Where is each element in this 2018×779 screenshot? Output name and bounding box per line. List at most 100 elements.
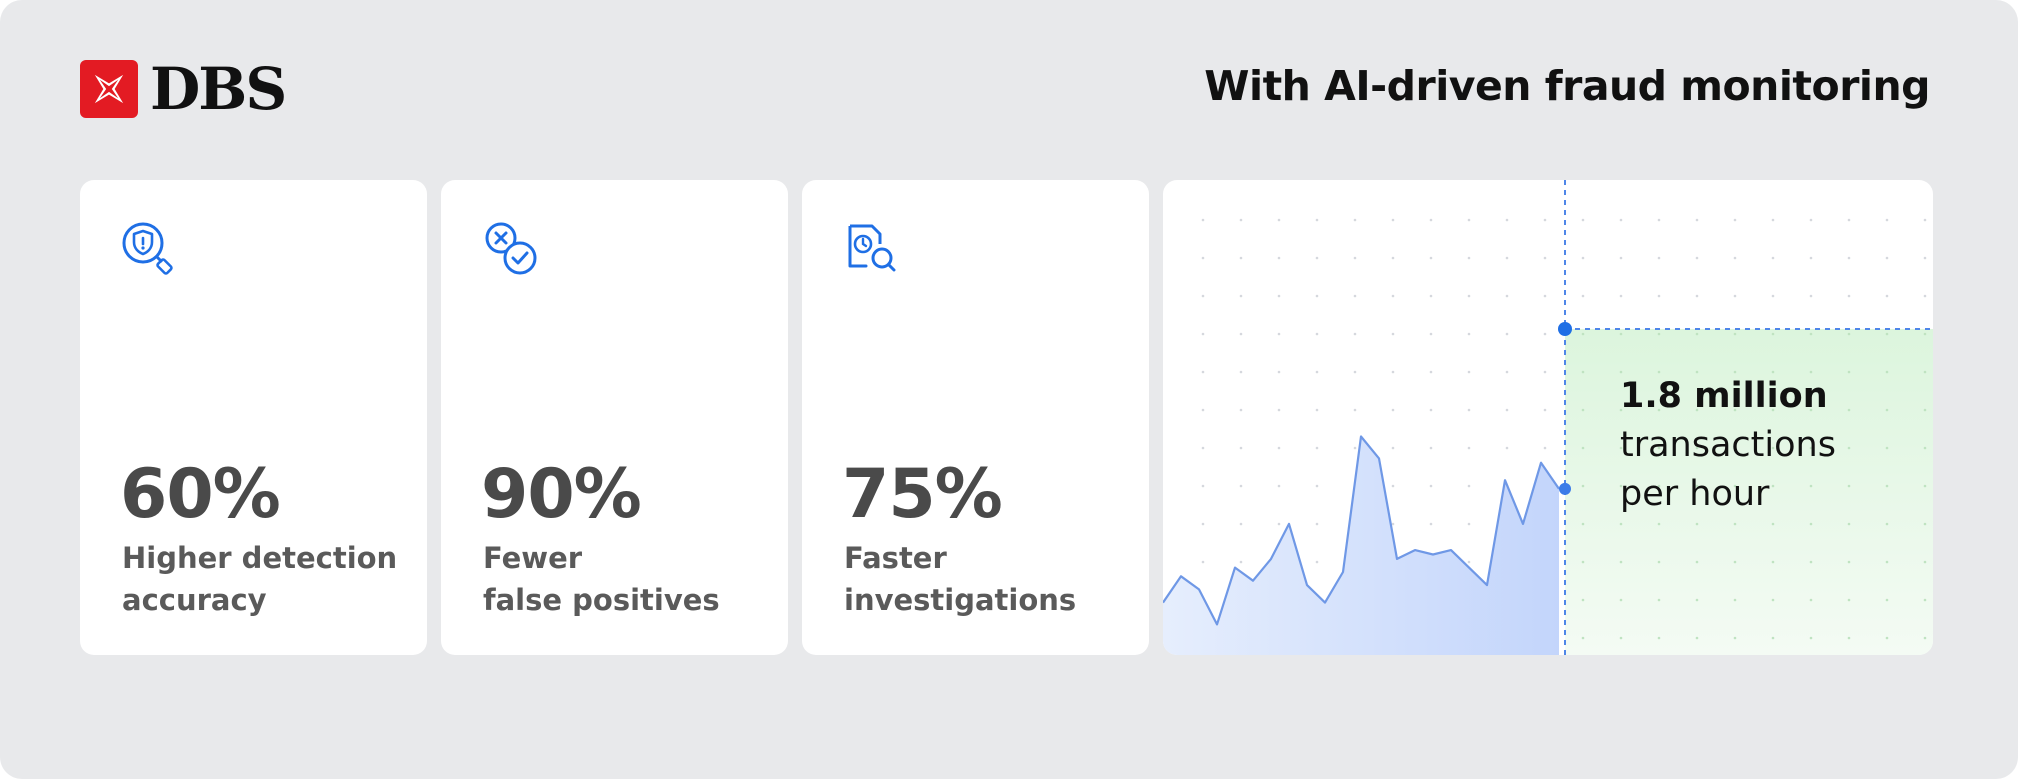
- grid-dot: [1315, 484, 1319, 488]
- grid-dot: [1657, 294, 1661, 298]
- grid-dot: [1657, 560, 1661, 564]
- grid-dot: [1885, 256, 1889, 260]
- grid-dot: [1429, 256, 1433, 260]
- marker-point-top: [1558, 322, 1572, 336]
- grid-dot: [1657, 522, 1661, 526]
- grid-dot: [1201, 484, 1205, 488]
- grid-dot: [1695, 256, 1699, 260]
- grid-dot: [1657, 256, 1661, 260]
- grid-dot: [1239, 218, 1243, 222]
- grid-dot: [1885, 598, 1889, 602]
- grid-dot: [1277, 370, 1281, 374]
- grid-dot: [1429, 446, 1433, 450]
- grid-dot: [1923, 218, 1927, 222]
- grid-dot: [1847, 522, 1851, 526]
- headline: With AI-driven fraud monitoring: [1204, 62, 1930, 110]
- infographic-background: DBS With AI-driven fraud monitoring 60% …: [0, 0, 2018, 779]
- grid-dot: [1429, 370, 1433, 374]
- grid-dot: [1277, 446, 1281, 450]
- shield-search-icon: [122, 222, 173, 275]
- grid-dot: [1467, 256, 1471, 260]
- grid-dot: [1733, 256, 1737, 260]
- grid-dot: [1657, 598, 1661, 602]
- grid-dot: [1695, 598, 1699, 602]
- grid-dot: [1201, 218, 1205, 222]
- metric-line: per hour: [1620, 474, 1770, 514]
- grid-dot: [1581, 370, 1585, 374]
- grid-dot: [1695, 332, 1699, 336]
- grid-dot: [1847, 294, 1851, 298]
- grid-dot: [1467, 446, 1471, 450]
- stat-label-line: investigations: [844, 583, 1077, 617]
- grid-dot: [1505, 408, 1509, 412]
- document-clock-search-icon: [848, 224, 896, 272]
- grid-dot: [1695, 218, 1699, 222]
- grid-dot: [1809, 560, 1813, 564]
- grid-dot: [1201, 370, 1205, 374]
- grid-dot: [1619, 522, 1623, 526]
- grid-dot: [1923, 522, 1927, 526]
- grid-dot: [1923, 256, 1927, 260]
- grid-dot: [1315, 446, 1319, 450]
- grid-dot: [1277, 408, 1281, 412]
- grid-dot: [1581, 560, 1585, 564]
- grid-dot: [1695, 560, 1699, 564]
- grid-dot: [1581, 256, 1585, 260]
- grid-dot: [1619, 560, 1623, 564]
- grid-dot: [1885, 218, 1889, 222]
- grid-dot: [1239, 332, 1243, 336]
- grid-dot: [1277, 294, 1281, 298]
- grid-dot: [1315, 370, 1319, 374]
- grid-dot: [1353, 332, 1357, 336]
- grid-dot: [1315, 332, 1319, 336]
- grid-dot: [1771, 598, 1775, 602]
- grid-dot: [1277, 332, 1281, 336]
- grid-dot: [1771, 332, 1775, 336]
- grid-dot: [1619, 598, 1623, 602]
- grid-dot: [1505, 294, 1509, 298]
- grid-dot: [1619, 332, 1623, 336]
- grid-dot: [1429, 484, 1433, 488]
- grid-dot: [1353, 370, 1357, 374]
- grid-dot: [1201, 522, 1205, 526]
- grid-dot: [1239, 446, 1243, 450]
- grid-dot: [1923, 598, 1927, 602]
- grid-dot: [1353, 446, 1357, 450]
- grid-dot: [1581, 446, 1585, 450]
- grid-dot: [1353, 256, 1357, 260]
- grid-dot: [1581, 636, 1585, 640]
- grid-dot: [1543, 256, 1547, 260]
- grid-dot: [1201, 332, 1205, 336]
- grid-dot: [1581, 332, 1585, 336]
- grid-dot: [1847, 256, 1851, 260]
- grid-dot: [1543, 294, 1547, 298]
- grid-dot: [1885, 332, 1889, 336]
- grid-dot: [1391, 408, 1395, 412]
- grid-dot: [1467, 332, 1471, 336]
- grid-dot: [1467, 408, 1471, 412]
- grid-dot: [1277, 218, 1281, 222]
- grid-dot: [1201, 256, 1205, 260]
- grid-dot: [1923, 332, 1927, 336]
- grid-dot: [1505, 256, 1509, 260]
- grid-dot: [1733, 332, 1737, 336]
- grid-dot: [1581, 408, 1585, 412]
- grid-dot: [1277, 256, 1281, 260]
- grid-dot: [1771, 294, 1775, 298]
- metric-line: transactions: [1620, 425, 1836, 465]
- grid-dot: [1391, 332, 1395, 336]
- grid-dot: [1467, 218, 1471, 222]
- grid-dot: [1733, 522, 1737, 526]
- grid-dot: [1391, 370, 1395, 374]
- grid-dot: [1733, 598, 1737, 602]
- stat-card-false-positives: 90% Fewer false positives: [441, 180, 788, 655]
- grid-dot: [1543, 446, 1547, 450]
- area-series-fill: [1163, 436, 1559, 655]
- brand-name: DBS: [150, 55, 287, 123]
- stat-label-line: Higher detection: [122, 541, 398, 575]
- grid-dot: [1885, 560, 1889, 564]
- grid-dot: [1239, 484, 1243, 488]
- stat-label-line: accuracy: [122, 583, 267, 617]
- grid-dot: [1391, 218, 1395, 222]
- grid-dot: [1809, 294, 1813, 298]
